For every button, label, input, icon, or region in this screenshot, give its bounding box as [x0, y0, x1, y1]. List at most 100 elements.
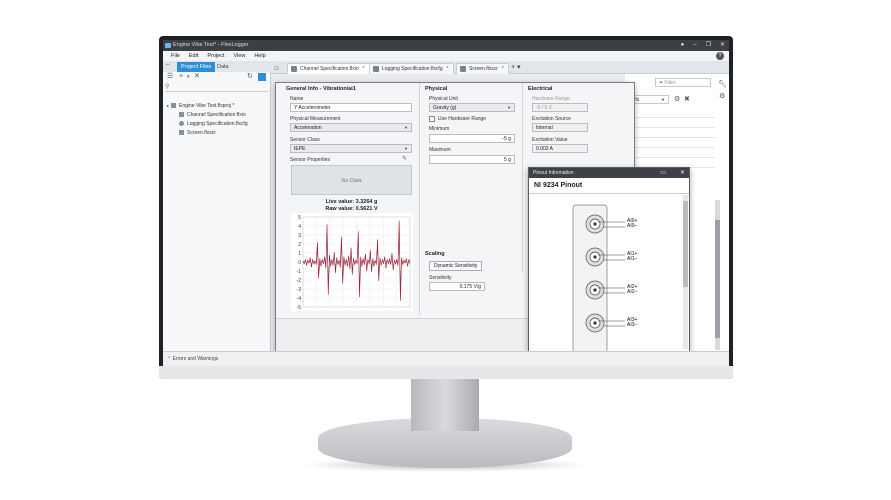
live-value: Live value: 3.3264 g [325, 199, 378, 205]
tree-item-logging-spec[interactable]: Logging Specification.flxcfg [179, 120, 248, 128]
table-row[interactable] [625, 148, 715, 158]
y-tick-label: 5 [298, 215, 301, 221]
add-tab-icon[interactable]: + ▾ [511, 63, 521, 71]
minimum-input[interactable]: -5 g [429, 134, 515, 143]
excitation-source-input[interactable]: Internal [532, 123, 588, 132]
hardware-range-label: Hardware Range [532, 96, 570, 102]
menu-bar: File Edit Project View Help ? [163, 51, 729, 61]
window-title: Engine Vibe Test* - FlexLogger [173, 42, 249, 48]
y-tick-label: 3 [298, 233, 301, 239]
sensitivity-input[interactable]: 0.175 V/g [429, 282, 485, 291]
use-hardware-range-checkbox[interactable] [429, 116, 435, 122]
excitation-value-input[interactable]: 0.002 A [532, 144, 588, 153]
physical-measurement-select[interactable]: Acceleration [290, 123, 412, 132]
help-icon[interactable]: ? [716, 52, 724, 60]
tab-logging-specification[interactable]: Logging Specification.flxcfg * [369, 63, 454, 74]
live-chart: 5 4 3 2 1 0 -1 -2 -3 -4 -5 [291, 213, 413, 311]
live-chart-svg: 5 4 3 2 1 0 -1 -2 -3 -4 -5 [297, 215, 411, 311]
settings-icon[interactable]: ⚙ [674, 95, 680, 103]
tree-item-channel-spec[interactable]: Channel Specification.flxio [179, 111, 246, 119]
name-label: Name [290, 96, 304, 102]
scrollbar-thumb[interactable] [715, 220, 720, 338]
pinout-heading: NI 9234 Pinout [534, 182, 583, 189]
list-view-icon[interactable]: ☰ [167, 72, 173, 82]
pinout-window: Pinout Information ▭ ✕ NI 9234 Pinout AI… [528, 167, 690, 354]
filter-input[interactable]: ⏷ Filter [655, 78, 711, 87]
y-tick-label: 0 [298, 260, 301, 266]
tree-item-project[interactable]: ▸ Engine Vibe Test.flxproj * [167, 102, 234, 110]
menu-help[interactable]: Help [254, 51, 265, 61]
y-tick-label: 4 [298, 224, 301, 230]
tree-item-screen[interactable]: Screen.flxscr [179, 129, 216, 137]
physical-unit-select[interactable]: Gravity (g) [429, 103, 515, 112]
dynamic-sensitivity-button[interactable]: Dynamic Sensitivity [429, 261, 483, 271]
minimize-icon[interactable]: – [693, 40, 696, 51]
filter-icon[interactable] [258, 73, 266, 81]
close-tab-icon[interactable]: * [363, 66, 365, 72]
pin-label-ai1-minus: AI1– [627, 256, 638, 262]
channel-icon [291, 66, 297, 72]
menu-file[interactable]: File [171, 51, 180, 61]
physical-measurement-label: Physical Measurement [290, 116, 341, 122]
excitation-value-label: Excitation Value [532, 137, 568, 143]
column-divider [522, 83, 523, 273]
raw-value: Raw value: 0.5621 V [325, 206, 378, 212]
pin-icon[interactable]: ✖ [684, 95, 690, 103]
y-tick-label: -3 [297, 287, 302, 293]
screen-icon [460, 66, 466, 72]
pin-label-ai3-minus: AI3– [627, 322, 638, 328]
restore-icon[interactable]: ▭ [660, 168, 666, 178]
table-scrollbar[interactable] [715, 200, 720, 350]
table-row[interactable] [625, 128, 715, 138]
menu-view[interactable]: View [233, 51, 245, 61]
refresh-icon[interactable]: ↻ [247, 72, 253, 82]
hardware-range-input: -5 / 5 V [532, 103, 588, 112]
column-divider [419, 83, 420, 315]
maximum-input[interactable]: 5 g [429, 155, 515, 164]
edit-icon[interactable]: ✎ [402, 155, 407, 162]
table-row[interactable] [625, 108, 715, 118]
close-tab-icon[interactable]: * [447, 66, 449, 72]
expand-icon[interactable]: ▸ [167, 103, 169, 108]
home-icon[interactable]: ⌂ [274, 63, 283, 72]
app-screen: Engine Vibe Test* - FlexLogger ● – ❐ ✕ F… [163, 40, 729, 366]
table-row[interactable] [625, 138, 715, 148]
general-info-title: General Info - Vibration/ai1 [286, 86, 356, 92]
tools-icon[interactable]: ⚙ [719, 92, 725, 100]
connector-diagram [572, 204, 625, 354]
wrench-icon[interactable]: 🔧︎ [718, 80, 727, 88]
feedback-icon[interactable]: ● [681, 40, 685, 51]
table-row[interactable] [625, 118, 715, 128]
close-icon[interactable]: ✕ [680, 168, 685, 178]
tab-screen[interactable]: Screen.flxscr * [456, 63, 509, 74]
maximize-icon[interactable]: ❐ [706, 40, 711, 51]
add-dropdown-icon[interactable]: ▾ [187, 72, 190, 82]
menu-project[interactable]: Project [207, 51, 224, 61]
monitor: Engine Vibe Test* - FlexLogger ● – ❐ ✕ F… [159, 36, 733, 379]
tab-data[interactable]: Data [213, 62, 233, 72]
project-search-input[interactable]: ⚲ [165, 83, 269, 92]
collapse-panel-icon[interactable]: – [166, 62, 169, 68]
tab-project-files[interactable]: Project Files [177, 62, 216, 72]
close-tab-icon[interactable]: * [502, 66, 504, 72]
remove-icon[interactable]: ✕ [194, 72, 200, 82]
add-icon[interactable]: + [179, 72, 183, 82]
y-tick-label: -2 [297, 278, 302, 284]
document-tabs: ⌂ Channel Specification.flxio * Logging S… [271, 61, 729, 74]
tab-channel-specification[interactable]: Channel Specification.flxio * [287, 63, 370, 74]
pin-label-ai0-minus: AI0– [627, 223, 638, 229]
menu-edit[interactable]: Edit [189, 51, 198, 61]
sensor-class-label: Sensor Class [290, 137, 320, 143]
pinout-title: Pinout Information [533, 170, 574, 176]
window-controls: ● – ❐ ✕ [681, 40, 725, 51]
sensitivity-label: Sensitivity [429, 275, 452, 281]
project-icon [171, 103, 177, 108]
name-input[interactable]: Y Accelerometer [290, 103, 412, 112]
project-panel: – Project Files Data ☰ + ▾ ✕ ↻ ⚲ ▸ Engine… [163, 61, 271, 351]
title-bar: Engine Vibe Test* - FlexLogger ● – ❐ ✕ [163, 40, 729, 51]
sensor-class-select[interactable]: IEPE [290, 144, 412, 153]
electrical-title: Electrical [528, 86, 553, 92]
gear-icon [373, 66, 379, 72]
close-icon[interactable]: ✕ [720, 40, 725, 51]
errors-warnings-bar[interactable]: ⌃ Errors and Warnings [163, 351, 729, 366]
